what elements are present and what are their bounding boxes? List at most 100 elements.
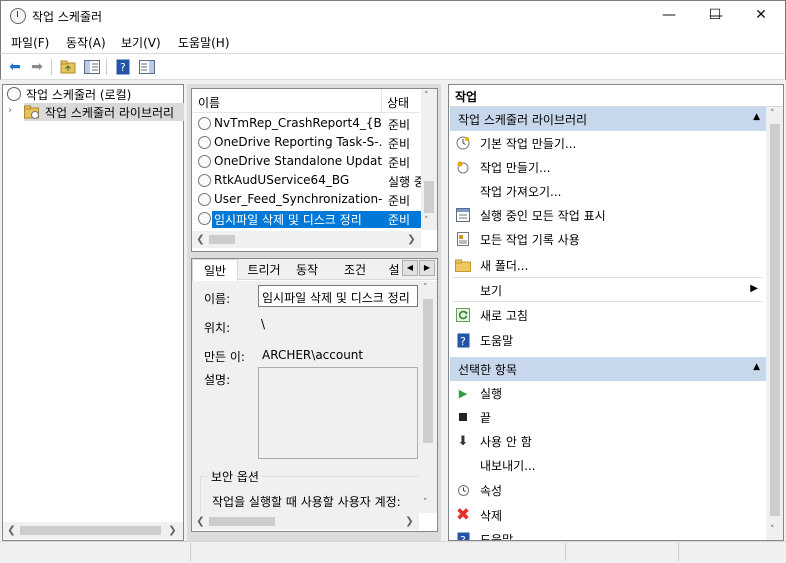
task-scheduler-clock-icon bbox=[10, 8, 26, 24]
minimize-button[interactable]: — bbox=[646, 0, 692, 30]
maximize-button[interactable]: ☐ bbox=[692, 0, 738, 30]
task-row[interactable]: OneDrive Reporting Task-S-... 준비 bbox=[196, 133, 422, 152]
submenu-arrow-icon: ▶ bbox=[750, 283, 758, 294]
action-display-running-tasks[interactable]: 실행 중인 모든 작업 표시 bbox=[452, 203, 762, 227]
task-list-header bbox=[192, 89, 420, 113]
scroll-thumb[interactable] bbox=[20, 526, 161, 535]
scroll-right-icon[interactable]: ❯ bbox=[401, 513, 418, 530]
security-account-text: 작업을 실행할 때 사용할 사용자 계정: bbox=[212, 495, 401, 509]
status-separator bbox=[190, 543, 191, 561]
column-header-status[interactable]: 상태 bbox=[387, 94, 409, 111]
refresh-icon bbox=[455, 307, 471, 323]
menu-bar: 파일(F) 동작(A) 보기(V) 도움말(H) bbox=[0, 31, 786, 53]
menu-file[interactable]: 파일(F) bbox=[11, 34, 49, 51]
scroll-right-icon[interactable]: ❯ bbox=[164, 522, 181, 539]
description-field[interactable] bbox=[258, 367, 418, 459]
location-value: \ bbox=[258, 314, 418, 338]
section-header-selected[interactable]: 선택한 항목 ▲ bbox=[450, 357, 766, 381]
tree-library-label[interactable]: 작업 스케줄러 라이브러리 bbox=[45, 104, 183, 121]
action-import-task[interactable]: 작업 가져오기... bbox=[452, 179, 762, 203]
scroll-left-icon[interactable]: ❮ bbox=[192, 513, 209, 530]
clock-icon bbox=[198, 193, 211, 206]
location-label: 위치: bbox=[204, 321, 231, 335]
name-field[interactable]: 임시파일 삭제 및 디스크 정리 bbox=[258, 285, 418, 307]
task-list-horizontal-scrollbar[interactable]: ❮ ❯ bbox=[192, 231, 421, 248]
scroll-thumb[interactable] bbox=[424, 181, 434, 213]
tree-root-label[interactable]: 작업 스케줄러 (로컬) bbox=[26, 86, 131, 103]
section-header-library[interactable]: 작업 스케줄러 라이브러리 ▲ bbox=[450, 107, 766, 131]
task-list-vertical-scrollbar[interactable]: ˄ ˅ bbox=[421, 89, 437, 230]
folder-icon bbox=[455, 257, 471, 273]
menu-action[interactable]: 동작(A) bbox=[66, 34, 106, 51]
action-help-library[interactable]: ? 도움말 bbox=[452, 328, 762, 352]
detail-horizontal-scrollbar[interactable]: ❮ ❯ bbox=[192, 513, 419, 530]
scroll-thumb[interactable] bbox=[209, 235, 235, 244]
action-create-basic-task[interactable]: 기본 작업 만들기... bbox=[452, 131, 762, 155]
action-delete[interactable]: ✖ 삭제 bbox=[452, 503, 762, 527]
tab-triggers[interactable]: 트리거 bbox=[243, 259, 285, 279]
scroll-up-icon[interactable]: ˄ bbox=[770, 109, 775, 119]
scroll-up-icon[interactable]: ˄ bbox=[424, 91, 429, 101]
scroll-thumb[interactable] bbox=[423, 299, 433, 443]
action-create-task[interactable]: 작업 만들기... bbox=[452, 155, 762, 179]
action-disable[interactable]: ⬇ 사용 안 함 bbox=[452, 429, 762, 453]
back-arrow-icon[interactable]: ⬅ bbox=[6, 58, 24, 76]
task-row-selected[interactable]: 임시파일 삭제 및 디스크 정리 준비 bbox=[196, 209, 422, 228]
menu-view[interactable]: 보기(V) bbox=[121, 34, 161, 51]
action-properties[interactable]: 속성 bbox=[452, 478, 762, 502]
collapse-up-icon[interactable]: ▲ bbox=[753, 112, 760, 122]
scroll-up-icon[interactable]: ˄ bbox=[423, 283, 428, 293]
column-divider[interactable] bbox=[381, 89, 382, 113]
collapse-up-icon[interactable]: ▲ bbox=[753, 362, 760, 372]
column-header-name[interactable]: 이름 bbox=[198, 94, 220, 111]
tab-actions[interactable]: 동작 bbox=[290, 259, 324, 279]
tab-scroll-left-icon[interactable]: ◀ bbox=[402, 260, 418, 276]
tree-horizontal-scrollbar[interactable]: ❮ ❯ bbox=[3, 522, 183, 539]
task-row[interactable]: RtkAudUService64_BG 실행 중 bbox=[196, 171, 422, 190]
show-hide-tree-icon[interactable] bbox=[83, 58, 101, 76]
clock-icon bbox=[198, 212, 211, 225]
chevron-right-icon[interactable]: › bbox=[8, 105, 12, 116]
tab-scroll-right-icon[interactable]: ▶ bbox=[419, 260, 435, 276]
action-new-folder[interactable]: 새 폴더... bbox=[452, 253, 762, 277]
action-refresh[interactable]: 새로 고침 bbox=[452, 303, 762, 327]
menu-help[interactable]: 도움말(H) bbox=[178, 34, 230, 51]
forward-arrow-icon[interactable]: ➡ bbox=[28, 58, 46, 76]
folder-up-icon[interactable] bbox=[59, 58, 77, 76]
action-enable-history[interactable]: 모든 작업 기록 사용 bbox=[452, 227, 762, 251]
security-group-title: 보안 옵션 bbox=[208, 468, 262, 485]
help-icon: ? bbox=[455, 332, 471, 348]
action-export[interactable]: 내보내기... bbox=[452, 453, 762, 477]
scroll-down-icon[interactable]: ˅ bbox=[770, 525, 775, 535]
task-row[interactable]: NvTmRep_CrashReport4_{B2... 준비 bbox=[196, 114, 422, 133]
name-label: 이름: bbox=[204, 292, 231, 306]
tab-settings[interactable]: 설 bbox=[386, 259, 402, 279]
task-row[interactable]: OneDrive Standalone Update... 준비 bbox=[196, 152, 422, 171]
scroll-left-icon[interactable]: ❮ bbox=[192, 231, 209, 248]
toolbar-separator bbox=[106, 59, 107, 75]
task-row[interactable]: User_Feed_Synchronization-{... 준비 bbox=[196, 190, 422, 209]
scroll-down-icon[interactable]: ˅ bbox=[423, 498, 428, 508]
action-view[interactable]: 보기 ▶ bbox=[452, 278, 762, 302]
author-label: 만든 이: bbox=[204, 350, 245, 364]
help-icon[interactable]: ? bbox=[114, 58, 132, 76]
help-icon: ? bbox=[455, 531, 471, 540]
action-run[interactable]: ▶ 실행 bbox=[452, 381, 762, 405]
action-end[interactable]: 끝 bbox=[452, 405, 762, 429]
scroll-right-icon[interactable]: ❯ bbox=[403, 231, 420, 248]
scroll-down-icon[interactable]: ˅ bbox=[424, 216, 429, 226]
svg-text:?: ? bbox=[460, 335, 466, 348]
action-help-selected[interactable]: ? 도움말 bbox=[452, 527, 762, 540]
show-hide-action-pane-icon[interactable] bbox=[138, 58, 156, 76]
status-bar bbox=[0, 541, 786, 563]
detail-vertical-scrollbar[interactable]: ˄ ˅ bbox=[419, 281, 437, 513]
actions-vertical-scrollbar[interactable]: ˄ ˅ bbox=[766, 107, 783, 540]
close-button[interactable]: ✕ bbox=[738, 0, 784, 30]
section-title: 선택한 항목 bbox=[458, 363, 518, 377]
tab-general[interactable]: 일반 bbox=[192, 259, 238, 281]
clock-icon bbox=[198, 155, 211, 168]
scroll-thumb[interactable] bbox=[770, 124, 780, 516]
scroll-thumb[interactable] bbox=[209, 517, 275, 526]
scroll-left-icon[interactable]: ❮ bbox=[3, 522, 20, 539]
tab-conditions[interactable]: 조건 bbox=[338, 259, 372, 279]
